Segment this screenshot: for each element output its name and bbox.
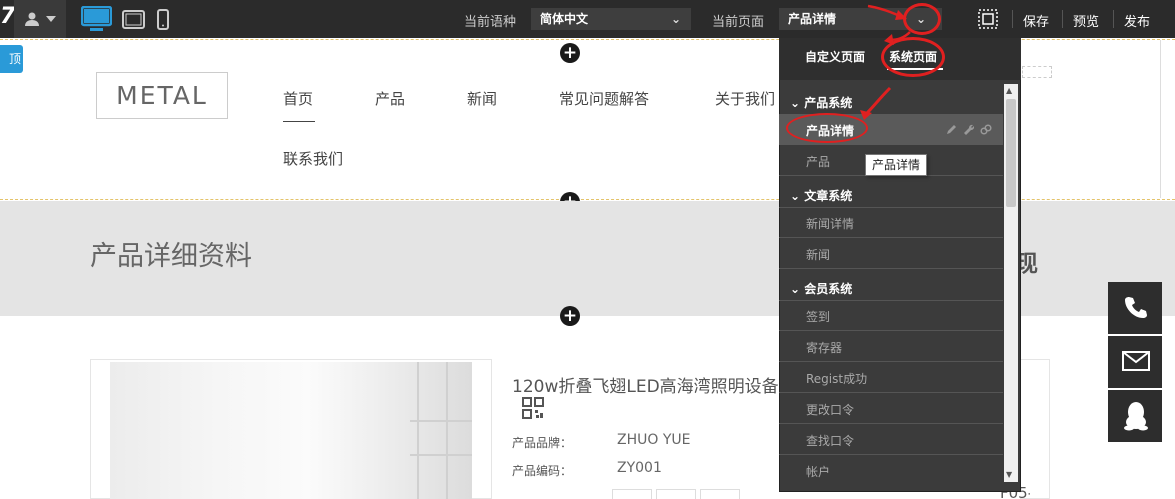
chevron-down-icon: ⌄: [790, 189, 805, 203]
chevron-down-icon: ⌄: [670, 12, 681, 26]
phone-contact-button[interactable]: [1108, 282, 1162, 334]
user-icon: [25, 12, 39, 26]
list-item-signin[interactable]: 签到: [806, 308, 830, 325]
language-select[interactable]: 简体中文 ⌄: [531, 8, 691, 30]
top-toolbar: 7 当前语种 简体中文 ⌄ 当前页面 产品详情 ⌄ 保存 预览 发布: [0, 0, 1175, 38]
header-section-tag[interactable]: 顶头: [0, 45, 23, 94]
tablet-view-icon[interactable]: [122, 10, 145, 29]
option-box[interactable]: [612, 489, 652, 499]
list-item-news-detail[interactable]: 新闻详情: [806, 215, 854, 232]
nav-item-news[interactable]: 新闻: [467, 88, 497, 109]
related-products-frame: [1020, 359, 1050, 499]
scrollbar-thumb[interactable]: [1006, 99, 1016, 207]
site-logo[interactable]: METAL: [96, 72, 228, 119]
add-section-icon[interactable]: +: [560, 306, 580, 326]
row-divider: [779, 268, 1003, 269]
row-divider: [779, 330, 1003, 331]
header-placeholder-box: [1022, 66, 1052, 78]
window-frame-line: [410, 454, 472, 456]
desktop-view-icon[interactable]: [81, 6, 112, 32]
list-item-news[interactable]: 新闻: [806, 246, 830, 263]
phone-icon: [1125, 297, 1147, 318]
preview-button[interactable]: 预览: [1073, 11, 1099, 30]
group-label: 会员系统: [804, 282, 853, 296]
row-divider: [779, 207, 1003, 208]
row-divider: [779, 392, 1003, 393]
product-title: 120w折叠飞翅LED高海湾照明设备: [512, 377, 779, 397]
nav-item-products[interactable]: 产品: [375, 88, 405, 109]
group-label: 文章系统: [804, 189, 853, 203]
nav-active-underline: [283, 121, 315, 122]
app-logo: 7: [0, 4, 16, 29]
product-code-label: 产品编码：: [512, 464, 573, 478]
header-scroll-track: [1160, 40, 1174, 198]
nav-item-about[interactable]: 关于我们: [715, 88, 775, 109]
qq-contact-button[interactable]: [1108, 390, 1162, 442]
row-divider: [779, 423, 1003, 424]
row-divider: [779, 237, 1003, 238]
qr-code-icon[interactable]: [522, 397, 544, 419]
publish-button[interactable]: 发布: [1124, 11, 1150, 30]
scroll-down-arrow-icon[interactable]: ▼: [1006, 470, 1012, 479]
chevron-down-icon: ⌄: [790, 282, 805, 296]
product-brand-value: ZHUO YUE: [617, 432, 691, 448]
scroll-up-arrow-icon[interactable]: ▲: [1006, 86, 1012, 95]
list-item-change-password[interactable]: 更改口令: [806, 401, 854, 418]
mobile-view-icon[interactable]: [157, 9, 169, 30]
language-select-value: 简体中文: [540, 12, 589, 26]
product-brand-label: 产品品牌：: [512, 436, 573, 450]
list-item-register-success[interactable]: Regist成功: [806, 370, 867, 387]
group-member-system[interactable]: ⌄ 会员系统: [790, 280, 852, 297]
toolbar-divider: [1062, 10, 1063, 28]
nav-item-faq[interactable]: 常见问题解答: [559, 88, 649, 109]
add-section-icon[interactable]: +: [560, 43, 580, 63]
email-contact-button[interactable]: [1108, 336, 1162, 388]
list-item-find-password[interactable]: 查找口令: [806, 432, 854, 449]
window-frame-line: [410, 420, 472, 422]
option-box[interactable]: [700, 489, 740, 499]
window-frame-line: [446, 362, 448, 499]
nav-item-home[interactable]: 首页: [283, 88, 313, 109]
caret-down-icon: [46, 16, 56, 22]
list-item-account[interactable]: 帐户: [806, 463, 830, 480]
row-divider: [779, 300, 1003, 301]
save-button[interactable]: 保存: [1023, 11, 1049, 30]
row-divider: [779, 454, 1003, 455]
page-label: 当前页面: [712, 15, 765, 30]
banner-title: 产品详细资料: [90, 241, 252, 272]
window-frame-line: [417, 362, 419, 499]
option-box[interactable]: [656, 489, 696, 499]
edit-icon[interactable]: [946, 124, 957, 135]
product-image[interactable]: [110, 362, 472, 499]
nav-item-contact[interactable]: 联系我们: [283, 148, 343, 169]
fullscreen-icon[interactable]: [978, 9, 998, 29]
settings-wrench-icon[interactable]: [963, 124, 974, 135]
toolbar-divider: [1012, 10, 1013, 28]
annotation-arrows: [860, 4, 911, 120]
row-divider: [779, 361, 1003, 362]
tooltip: 产品详情: [865, 154, 928, 176]
language-label: 当前语种: [464, 15, 517, 30]
list-item-product[interactable]: 产品: [806, 153, 830, 170]
product-code-value: ZY001: [617, 460, 662, 476]
link-icon[interactable]: [980, 124, 992, 135]
mail-icon: [1122, 351, 1150, 371]
toolbar-divider: [1113, 10, 1114, 28]
qq-penguin-icon: [1124, 402, 1148, 431]
list-item-register[interactable]: 寄存器: [806, 339, 842, 356]
group-article-system[interactable]: ⌄ 文章系统: [790, 187, 852, 204]
user-menu-button[interactable]: [14, 0, 66, 38]
